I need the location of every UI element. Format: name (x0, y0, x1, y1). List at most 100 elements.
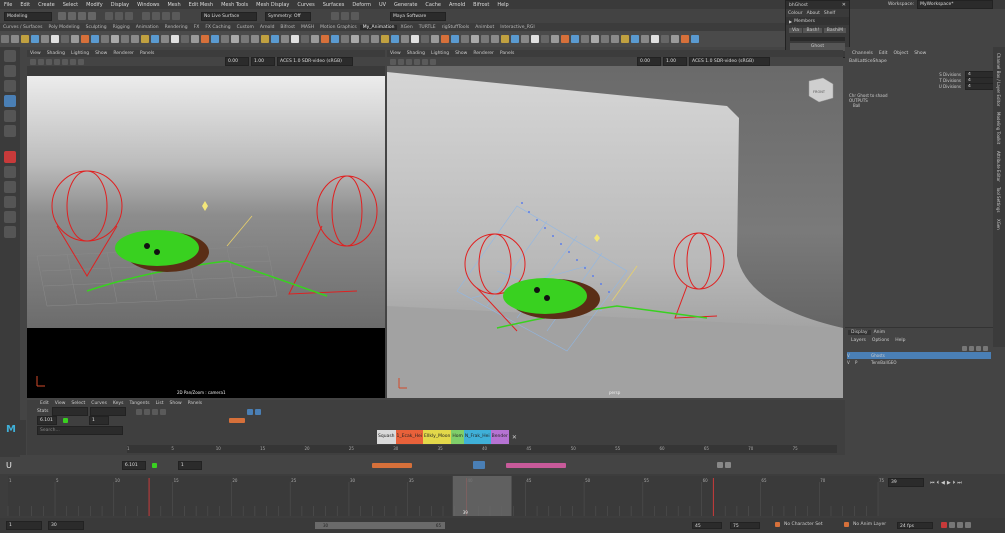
step-forward-icon[interactable]: ⏵ (953, 480, 956, 486)
right-vp-menu-show[interactable]: Show (455, 51, 467, 56)
shelf-tool-icon[interactable] (681, 35, 689, 43)
menu-mesh-tools[interactable]: Mesh Tools (221, 2, 248, 8)
shelf-tool-icon[interactable] (81, 35, 89, 43)
new-layer-selected-icon[interactable] (969, 345, 974, 351)
select-by-object-icon[interactable] (115, 12, 123, 20)
menu-generate[interactable]: Generate (394, 2, 417, 8)
ge-value-1[interactable]: 6.101 (37, 416, 57, 425)
persp-texture-icon[interactable] (414, 58, 420, 65)
select-icon[interactable] (4, 50, 16, 62)
shelf-tool-icon[interactable] (611, 35, 619, 43)
frame-playback-icon[interactable] (254, 408, 261, 415)
shelf-tab-mash[interactable]: MASH (298, 25, 317, 30)
bash-button[interactable]: Bash! (803, 27, 823, 33)
menu-help[interactable]: Help (497, 2, 508, 8)
undo-icon[interactable] (78, 12, 86, 20)
help-menu[interactable]: Help (892, 338, 908, 343)
shelf-tool-icon[interactable] (651, 35, 659, 43)
shelf-tab-my-animation[interactable]: My_Animation (359, 24, 398, 30)
xray-icon[interactable] (78, 58, 84, 65)
shelf-tool-icon[interactable] (491, 35, 499, 43)
menu-surfaces[interactable]: Surfaces (323, 2, 345, 8)
shelf-tool-icon[interactable] (131, 35, 139, 43)
layer-visibility[interactable]: V (847, 353, 855, 358)
bashim-button[interactable]: BashiM (823, 27, 846, 33)
side-tab-channel-box[interactable]: Channel Box / Layer Editor (996, 53, 1001, 106)
channelbox-object-tab[interactable]: Object (891, 51, 912, 56)
left-far-clip-field[interactable]: 1.00 (251, 57, 275, 66)
shelf-tool-icon[interactable] (401, 35, 409, 43)
shelf-tool-icon[interactable] (271, 35, 279, 43)
shelf-tool-icon[interactable] (621, 35, 629, 43)
snap-view-icon[interactable] (172, 12, 180, 20)
shelf-tool-icon[interactable] (641, 35, 649, 43)
shelf-tool-icon[interactable] (391, 35, 399, 43)
shelf-tool-icon[interactable] (341, 35, 349, 43)
menu-edit-mesh[interactable]: Edit Mesh (189, 2, 213, 8)
shelf-tab-arnold[interactable]: Arnold (257, 25, 278, 30)
shelf-tab-xgen[interactable]: XGen (397, 25, 415, 30)
snap-point-icon[interactable] (162, 12, 170, 20)
shelf-tool-icon[interactable] (231, 35, 239, 43)
options-menu[interactable]: Options (869, 338, 892, 343)
shelf-tool-icon[interactable] (531, 35, 539, 43)
shelf-tool-icon[interactable] (31, 35, 39, 43)
shelf-tool-icon[interactable] (311, 35, 319, 43)
anim-key-tools-icon[interactable] (505, 462, 566, 468)
persp-shadows-icon[interactable] (430, 58, 436, 65)
shelf-tool-icon[interactable] (111, 35, 119, 43)
ge-search-input[interactable]: Search... (37, 425, 123, 435)
time-slider[interactable]: 15101520253035404550556065707539 39 ⏮ ⏴ … (0, 474, 1005, 518)
move-layer-down-icon[interactable] (983, 345, 988, 351)
graph-ruler[interactable]: 1 5 10 15 20 25 30 35 40 45 50 55 60 65 70 75 (127, 445, 837, 453)
menu-mesh[interactable]: Mesh (167, 2, 180, 8)
right-far-clip-field[interactable]: 1.00 (663, 57, 687, 66)
ge-menu-view[interactable]: View (52, 401, 69, 406)
left-viewport-scene[interactable]: 2D Pan/Zoom : camera1 (27, 76, 385, 398)
textured-icon[interactable] (54, 58, 60, 65)
new-layer-icon[interactable] (962, 345, 967, 351)
menu-cache[interactable]: Cache (425, 2, 441, 8)
outliner-icon[interactable] (4, 211, 16, 223)
select-by-component-icon[interactable] (125, 12, 133, 20)
shelf-tab-rendering[interactable]: Rendering (162, 25, 191, 30)
ge-menu-keys[interactable]: Keys (110, 401, 127, 406)
wireframe-icon[interactable] (38, 58, 44, 65)
shelf-tool-icon[interactable] (361, 35, 369, 43)
layer-visibility[interactable]: V (847, 360, 855, 365)
shelf-tab-rigging[interactable]: Rigging (110, 25, 133, 30)
play-icon[interactable]: ▶ (947, 480, 951, 486)
shelf-tool-icon[interactable] (481, 35, 489, 43)
help-icon[interactable] (965, 522, 971, 528)
shelf-tool-icon[interactable] (521, 35, 529, 43)
add-key-icon[interactable] (63, 418, 68, 423)
insert-key-icon[interactable] (143, 408, 150, 415)
shelf-tool-icon[interactable] (11, 35, 19, 43)
popup-menu-shelf[interactable]: Shelf (824, 11, 835, 16)
shelf-tool-icon[interactable] (181, 35, 189, 43)
tangent-curves-icon[interactable] (229, 418, 245, 423)
shelf-tool-icon[interactable] (371, 35, 379, 43)
right-vp-menu-lighting[interactable]: Lighting (431, 51, 449, 56)
menu-uv[interactable]: UV (379, 2, 386, 8)
paint-icon[interactable] (4, 80, 16, 92)
stats-field-2[interactable] (89, 407, 126, 416)
start-frame-field[interactable]: 1 (6, 521, 42, 530)
anim-add-key-icon[interactable] (151, 462, 157, 468)
move-icon[interactable] (4, 95, 16, 107)
scale-icon[interactable] (4, 125, 16, 137)
side-tab-attribute-editor[interactable]: Attribute Editor (996, 151, 1001, 182)
left-vp-menu-show[interactable]: Show (95, 51, 107, 56)
frame-all-icon[interactable] (246, 408, 253, 415)
menu-mesh-display[interactable]: Mesh Display (256, 2, 289, 8)
layer-row[interactable]: V Ghosts (847, 352, 991, 359)
layers-menu[interactable]: Layers (848, 338, 869, 343)
chip-frak[interactable]: N_Frak_Hei (463, 430, 491, 444)
shelf-tool-icon[interactable] (101, 35, 109, 43)
right-viewport-scene[interactable]: FRONT persp (387, 66, 843, 398)
gear-icon[interactable] (724, 462, 731, 468)
move-layer-up-icon[interactable] (976, 345, 981, 351)
shelf-tool-icon[interactable] (541, 35, 549, 43)
current-frame-marker[interactable] (452, 476, 512, 516)
zoom-icon[interactable] (716, 462, 723, 468)
